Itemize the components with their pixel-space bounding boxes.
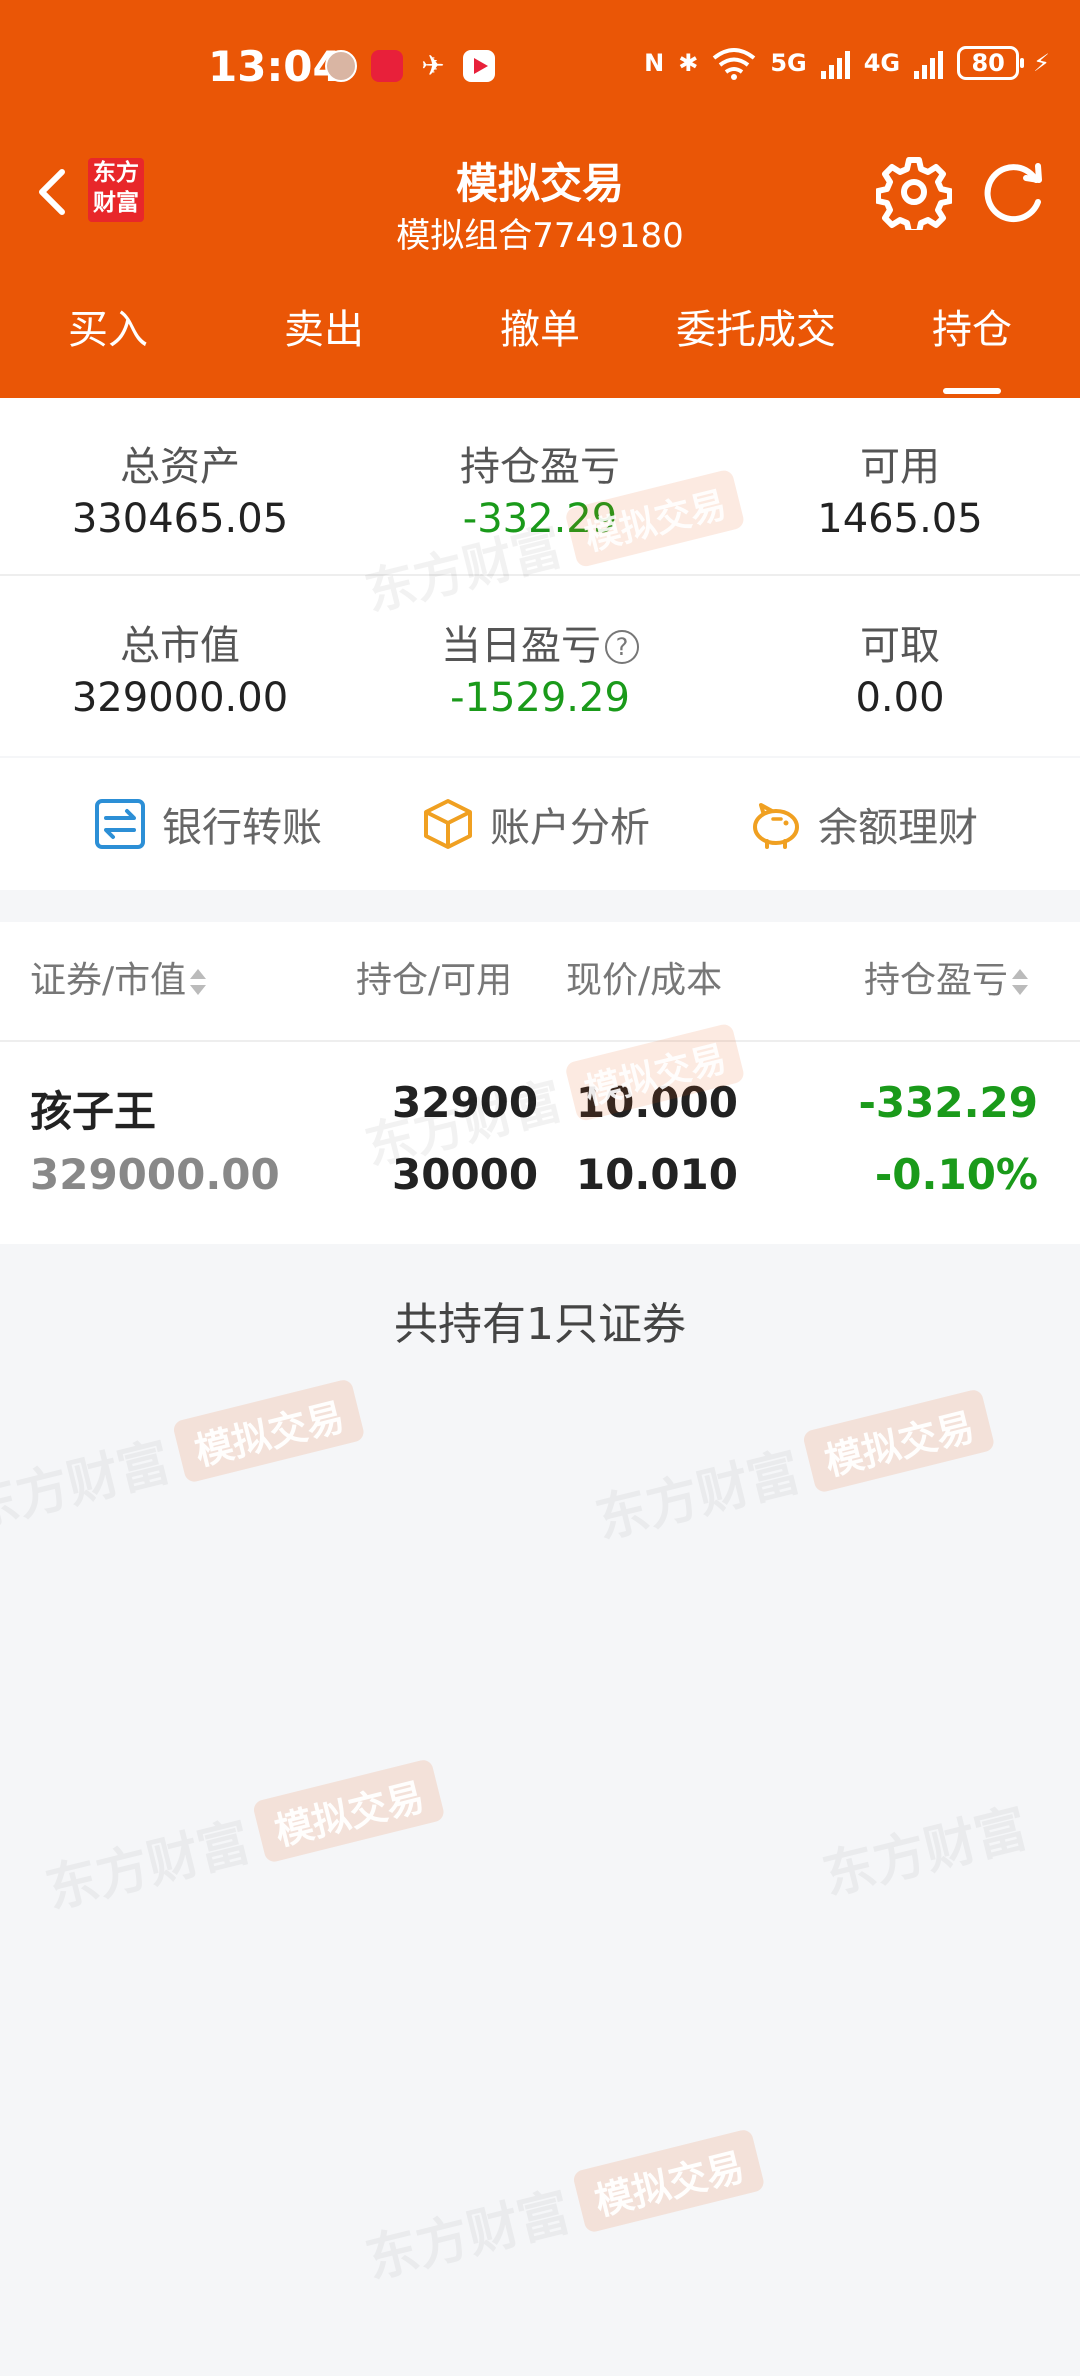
battery-icon: 80 [957,46,1025,80]
network-4g-label: 4G [863,49,901,77]
header-security[interactable]: 证券/市值 [30,922,207,1040]
video-app-notification-icon [463,50,495,82]
status-time: 13:04 [208,42,342,91]
tab-cancel-order[interactable]: 撤单 [432,290,648,398]
gear-icon[interactable] [876,154,952,230]
balance-wealth-label: 余额理财 [818,805,978,851]
system-status-icons: N ✱ 5G 4G 80 ⚡ [644,46,1050,80]
signal-4g-icon [914,47,944,79]
bluetooth-icon: ✱ [678,49,699,77]
quick-actions: 银行转账 账户分析 余额理财 [0,758,1080,890]
security-market-value: 329000.00 [30,1150,280,1199]
account-analysis-button[interactable]: 账户分析 [420,758,650,890]
refresh-icon[interactable] [976,156,1050,230]
piggy-bank-icon [753,803,799,849]
withdrawable-value: 0.00 [855,675,945,721]
header-pnl[interactable]: 持仓盈亏 [864,922,1029,1040]
holding-pnl-pct: -0.10% [874,1150,1038,1199]
header-security-label: 证券/市值 [30,960,187,1001]
sort-icon [1012,965,1029,999]
watermark: 东方财富模拟交易 [37,1752,447,1923]
header-pnl-label: 持仓盈亏 [864,960,1009,1001]
tab-sell[interactable]: 卖出 [216,290,432,398]
tab-orders-trades[interactable]: 委托成交 [648,290,864,398]
balance-wealth-button[interactable]: 余额理财 [748,758,978,890]
app-header: 13:04 ✈ N ✱ 5G 4G 80 ⚡ 东方 财富 模拟交易 模拟组合77… [0,0,1080,398]
signal-5g-icon [820,47,850,79]
help-icon[interactable]: ? [605,630,639,664]
total-assets-label: 总资产 [120,444,240,490]
send-notification-icon: ✈ [421,49,445,82]
network-5g-label: 5G [770,49,807,77]
header-position: 持仓/可用 [356,960,513,1001]
nfc-icon: N [644,49,665,77]
account-summary: 总资产 330465.05 持仓盈亏 -332.29 可用 1465.05 总市… [0,398,1080,756]
watermark: 东方财富模拟交易 [357,2122,767,2293]
account-analysis-label: 账户分析 [490,805,650,851]
shopping-app-notification-icon [371,50,403,82]
charging-icon: ⚡ [1033,49,1050,77]
status-bar: 13:04 ✈ N ✱ 5G 4G 80 ⚡ [0,0,1080,140]
market-value-value: 329000.00 [71,675,289,721]
notification-icons: ✈ [325,50,495,82]
available-value: 1465.05 [817,496,983,542]
daily-pnl-value: -1529.29 [450,675,630,721]
watermark: 东方财富模拟交易 [587,1382,997,1553]
holdings-table: 证券/市值 持仓/可用 现价/成本 持仓盈亏 孩子王 329000.00 329… [0,922,1080,1244]
total-assets-cell: 总资产 330465.05 [0,398,360,576]
security-name: 孩子王 [30,1087,157,1136]
bank-transfer-button[interactable]: 银行转账 [92,758,322,890]
wifi-icon [713,48,756,80]
available-label: 可用 [860,444,940,490]
bank-transfer-label: 银行转账 [162,805,322,851]
withdrawable-cell: 可取 0.00 [720,577,1080,755]
watermark: 东方财富模拟交易 [0,1372,367,1543]
total-assets-value: 330465.05 [71,496,289,542]
holding-pnl: -332.29 [858,1078,1038,1127]
tab-buy[interactable]: 买入 [0,290,216,398]
withdrawable-label: 可取 [860,623,940,669]
tab-holdings[interactable]: 持仓 [864,290,1080,398]
sort-icon [190,965,207,999]
holdings-count: 共持有1只证券 [394,1299,686,1350]
daily-pnl-label: 当日盈亏 [441,623,601,669]
trade-tabs: 买入 卖出 撤单 委托成交 持仓 [0,290,1080,398]
watermark: 东方财富 [814,1786,1034,1909]
bank-transfer-icon [95,799,145,849]
summary-row-2: 总市值 329000.00 当日盈亏? -1529.29 可取 0.00 [0,577,1080,755]
cost-price: 10.010 [575,1150,738,1199]
market-value-label: 总市值 [120,623,240,669]
available-cell: 可用 1465.05 [720,398,1080,576]
avatar-notification-icon [325,50,357,82]
header-price: 现价/成本 [566,960,723,1001]
daily-pnl-label-wrap: 当日盈亏? [360,613,720,671]
market-value-cell: 总市值 329000.00 [0,577,360,755]
box-icon [424,799,472,849]
